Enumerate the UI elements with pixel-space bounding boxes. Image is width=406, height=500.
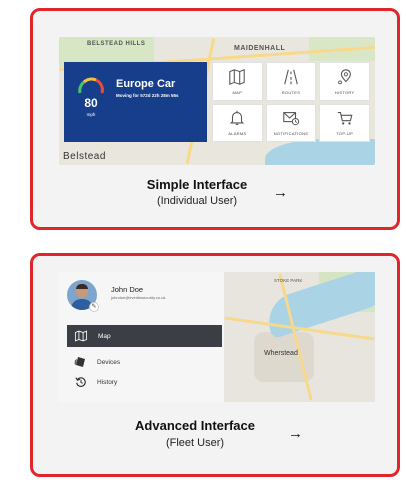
- simple-interface-title: Simple Interface: [146, 177, 248, 192]
- map-label-belstead: Belstead: [63, 151, 106, 162]
- advanced-interface-card[interactable]: ✎ John Doe johndoe@everitesecurity.co.uk…: [30, 253, 400, 477]
- tile-label: NOTIFICATIONS: [273, 131, 309, 137]
- map-label-maidenhall: MAIDENHALL: [234, 45, 286, 52]
- tile-top-up: TOP-UP: [319, 103, 370, 142]
- tile-label: TOP-UP: [336, 131, 354, 137]
- nav-item-history: History: [74, 376, 117, 388]
- location-pin-icon: [337, 69, 351, 85]
- cart-icon: [337, 112, 353, 125]
- vehicle-panel: 80 mph Europe Car Moving for 572d 22h 28…: [64, 62, 207, 142]
- devices-icon: [74, 357, 85, 367]
- arrow-right-icon[interactable]: →: [288, 425, 303, 442]
- nav-item-devices: Devices: [74, 356, 120, 368]
- simple-interface-subtitle: (Individual User): [156, 195, 238, 207]
- nav-label-devices: Devices: [97, 358, 121, 366]
- road-icon: [284, 69, 298, 85]
- map-icon: [229, 68, 246, 85]
- arrow-right-icon[interactable]: →: [273, 184, 288, 201]
- tile-label: ALARMS: [228, 131, 247, 137]
- tile-routes: ROUTES: [265, 62, 317, 101]
- simple-interface-card[interactable]: BELSTEAD HILLS MAIDENHALL Belstead 80 mp…: [30, 8, 400, 230]
- bell-icon: [230, 111, 245, 126]
- map-label-wherstead: Wherstead: [264, 350, 298, 357]
- nav-label-map: Map: [98, 332, 111, 340]
- nav-label-history: History: [97, 378, 118, 386]
- vehicle-status: Moving for 572d 22h 28m 55s: [116, 93, 179, 98]
- speed-value: 80: [84, 96, 98, 110]
- map-icon: [74, 330, 88, 342]
- nav-item-map: Map: [67, 325, 222, 347]
- speedometer-icon: [78, 77, 104, 94]
- history-icon: [75, 377, 86, 387]
- map-label-belstead-hills: BELSTEAD HILLS: [87, 41, 146, 47]
- tile-label: MAP: [232, 89, 243, 95]
- mail-clock-icon: [283, 112, 300, 126]
- tile-map: MAP: [212, 62, 263, 101]
- feature-tiles: MAP ROUTES HISTORY ALARMS NOTIFICATIONS …: [212, 62, 370, 142]
- advanced-interface-subtitle: (Fleet User): [165, 437, 225, 449]
- fleet-map: STOKE PARK Wherstead: [224, 272, 375, 402]
- tile-notifications: NOTIFICATIONS: [265, 103, 317, 142]
- simple-interface-preview: BELSTEAD HILLS MAIDENHALL Belstead 80 mp…: [59, 37, 375, 165]
- pencil-icon: ✎: [89, 302, 99, 312]
- speed-unit: mph: [86, 112, 96, 117]
- tile-label: HISTORY: [334, 89, 355, 95]
- advanced-interface-preview: ✎ John Doe johndoe@everitesecurity.co.uk…: [59, 272, 375, 402]
- user-name: John Doe: [111, 285, 144, 294]
- tile-alarms: ALARMS: [212, 103, 263, 142]
- vehicle-name: Europe Car: [116, 78, 176, 90]
- map-label-stoke-park: STOKE PARK: [274, 278, 303, 283]
- user-email: johndoe@everitesecurity.co.uk: [111, 295, 166, 300]
- tile-label: ROUTES: [281, 89, 301, 95]
- tile-history: HISTORY: [319, 62, 370, 101]
- advanced-interface-title: Advanced Interface: [135, 418, 255, 433]
